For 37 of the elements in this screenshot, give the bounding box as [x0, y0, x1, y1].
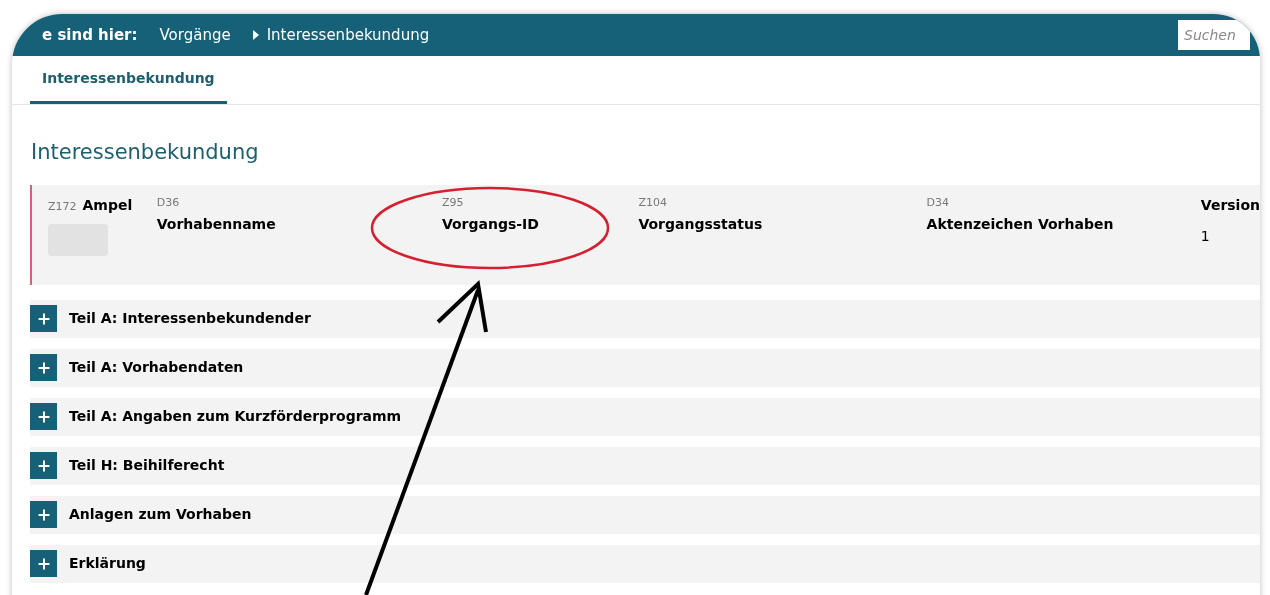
- caret-icon: [252, 30, 259, 40]
- section-title: Teil H: Beihilferecht: [69, 456, 225, 475]
- section-title: Anlagen zum Vorhaben: [69, 505, 252, 524]
- field-label: Aktenzeichen Vorhaben: [926, 215, 1115, 234]
- field-value: 1: [1200, 226, 1211, 246]
- section-title: Erklärung: [69, 554, 146, 573]
- section-title: Teil A: Angaben zum Kurzförderprogramm: [69, 407, 402, 426]
- field-code: Z104: [638, 194, 668, 211]
- field-label: Version: [1200, 195, 1260, 215]
- field-code: Z95: [441, 194, 465, 211]
- field-code: D34: [926, 194, 951, 211]
- accordion-row[interactable]: Erklärung: [30, 544, 1260, 583]
- summary-title: Ampel: [82, 195, 133, 215]
- accordion-row[interactable]: Teil H: Beihilferecht: [30, 446, 1260, 485]
- field-code: Z172: [48, 198, 77, 215]
- field-label: Vorgangsstatus: [638, 215, 764, 234]
- section-title: Teil A: Vorhabendaten: [69, 358, 244, 377]
- breadcrumb-link[interactable]: Interessenbekundung: [266, 23, 430, 47]
- page-heading: Interessenbekundung: [31, 139, 260, 166]
- plus-icon: [30, 354, 57, 381]
- field-label: Vorgangs-ID: [441, 215, 540, 234]
- plus-icon: [30, 403, 57, 430]
- field-label: Vorhabenname: [156, 215, 277, 234]
- accordion-row[interactable]: Anlagen zum Vorhaben: [30, 495, 1260, 534]
- plus-icon: [30, 550, 57, 577]
- accordion-row[interactable]: Teil A: Angaben zum Kurzförderprogramm: [30, 397, 1260, 436]
- plus-icon: [30, 452, 57, 479]
- tab[interactable]: Interessenbekundung: [30, 56, 227, 104]
- search-field[interactable]: Suchen: [1178, 20, 1250, 50]
- plus-icon: [30, 501, 57, 528]
- accordion-row[interactable]: Teil A: Vorhabendaten: [30, 348, 1260, 387]
- breadcrumb-label: e sind hier:: [42, 24, 138, 46]
- section-title: Teil A: Interessenbekundender: [69, 309, 311, 328]
- accordion-row[interactable]: Teil A: Interessenbekundender: [30, 299, 1260, 338]
- plus-icon: [30, 305, 57, 332]
- breadcrumb-link[interactable]: Vorgänge: [159, 23, 231, 47]
- field-code: D36: [156, 194, 181, 211]
